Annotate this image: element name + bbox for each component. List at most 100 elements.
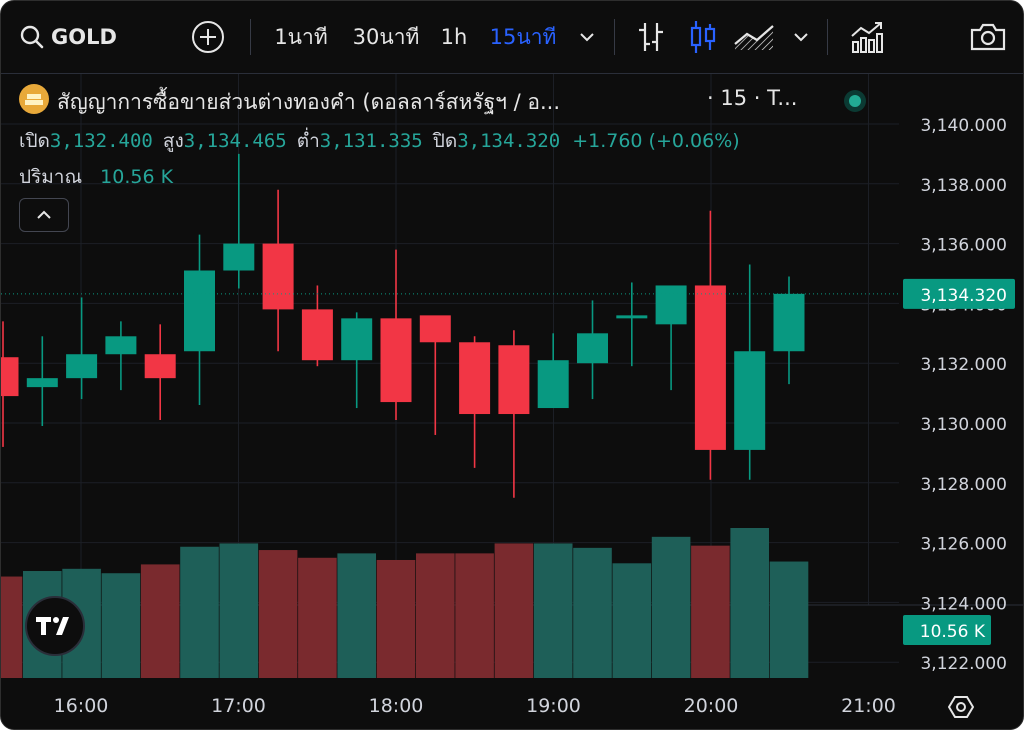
candle-body [734,351,766,450]
chevron-down-icon [794,33,808,42]
open-label: เปิด [19,130,50,152]
volume-bar [1,576,23,678]
candle-body [380,318,412,403]
candle-body [341,318,373,361]
candle-body [26,378,58,388]
candle-body [262,243,294,310]
close-label: ปิด [432,130,458,152]
high-value: 3,134.465 [183,130,287,152]
volume-bar [298,557,337,678]
gold-symbol-icon [19,84,49,114]
volume-bar [180,546,219,678]
volume-bar [730,528,769,678]
volume-bar [612,563,652,678]
candle-body [66,354,98,379]
candle-body [577,333,608,364]
high-label: สูง [162,130,184,152]
change-value: +1.760 (+0.06%) [572,130,740,152]
volume-bar [533,543,573,678]
price-tick-label: 3,132.000 [920,355,1007,375]
instrument-title: สัญญาการซื้อขายส่วนต่างทองคำ (ดอลลาร์สหร… [57,90,561,114]
price-tick-label: 3,126.000 [920,535,1007,555]
indicators-button[interactable] [845,1,889,73]
chart-area[interactable]: 3,140.0003,138.0003,136.0003,134.0003,13… [1,74,1023,729]
candles-style-button[interactable] [683,1,723,73]
candle-body [655,285,687,325]
divider [250,19,251,55]
bar-style-button[interactable] [631,1,671,73]
compare-add-button[interactable] [187,1,229,73]
interval-1min[interactable]: 1นาที [263,1,339,73]
volume-bar [140,564,180,678]
last-price-label: 3,134.320 [920,286,1007,306]
price-tick-label: 3,136.000 [920,236,1007,256]
ohlc-values: เปิด3,132.400 สูง3,134.465 ต่ำ3,131.335 … [19,126,740,156]
candle-body [1,357,19,397]
time-tick-label: 16:00 [54,695,109,717]
time-tick-label: 17:00 [211,695,266,717]
time-tick-label: 18:00 [369,695,424,717]
divider [614,19,615,55]
price-tick-label: 3,140.000 [920,116,1007,136]
plus-circle-icon [192,21,224,53]
instrument-interval: · 15 · T... [707,86,798,110]
collapse-legend-button[interactable] [19,198,69,232]
open-value: 3,132.400 [49,130,153,152]
price-tick-label: 3,128.000 [920,475,1007,495]
candle-body [459,342,491,415]
volume-label: ปริมาณ [19,166,83,188]
candle-body [301,309,333,361]
candle-body [694,285,726,450]
volume-tag-label: 10.56 K [920,622,986,642]
area-chart-icon [734,25,774,50]
market-open-dot [849,95,861,107]
market-status-badge [844,90,866,112]
divider [827,19,828,55]
symbol-search[interactable]: GOLD [19,1,119,73]
chevron-up-icon [37,210,51,219]
interval-1h[interactable]: 1h [433,1,475,73]
ohlc-bars-icon [639,23,663,51]
volume-legend: ปริมาณ 10.56 K [19,162,173,192]
volume-bar [651,536,691,678]
price-tick-label: 3,122.000 [920,654,1007,674]
candle-body [498,345,530,415]
interval-15min-active[interactable]: 15นาที [481,1,565,73]
volume-bar [769,561,809,678]
candle-body [184,270,215,352]
chevron-down-icon [580,33,594,42]
volume-bar [416,553,455,678]
candle-body [537,360,569,409]
close-value: 3,134.320 [457,130,561,152]
tradingview-logo-icon [36,617,69,635]
chart-type-dropdown[interactable] [787,1,815,73]
volume-bar [337,553,376,678]
time-tick-label: 19:00 [526,695,581,717]
toolbar: GOLD 1นาที 30นาที 1h 15นาที [1,1,1023,74]
volume-bar [258,550,298,678]
volume-value: 10.56 K [100,166,174,188]
interval-dropdown[interactable] [573,1,601,73]
camera-icon [970,23,1006,51]
chart-settings-button[interactable] [943,689,979,725]
indicators-icon [851,22,883,53]
search-icon [20,25,44,49]
time-tick-label: 21:00 [841,695,896,717]
screenshot-button[interactable] [965,1,1011,73]
price-tick-label: 3,124.000 [920,594,1007,614]
interval-30min[interactable]: 30นาที [345,1,427,73]
low-label: ต่ำ [296,130,320,152]
candle-body [223,243,255,271]
tradingview-logo[interactable] [25,596,85,656]
chart-widget: GOLD 1นาที 30นาที 1h 15นาที 3,140.000 3,… [0,0,1024,730]
candle-body [773,293,805,352]
volume-bar [101,573,141,678]
candle-body [105,336,137,355]
settings-icon [948,696,974,718]
candlesticks-icon [690,21,716,53]
area-style-button[interactable] [731,1,777,73]
volume-bar [376,559,416,678]
candle-body [419,315,451,343]
symbol-label: GOLD [51,25,117,49]
candle-body [616,315,648,319]
